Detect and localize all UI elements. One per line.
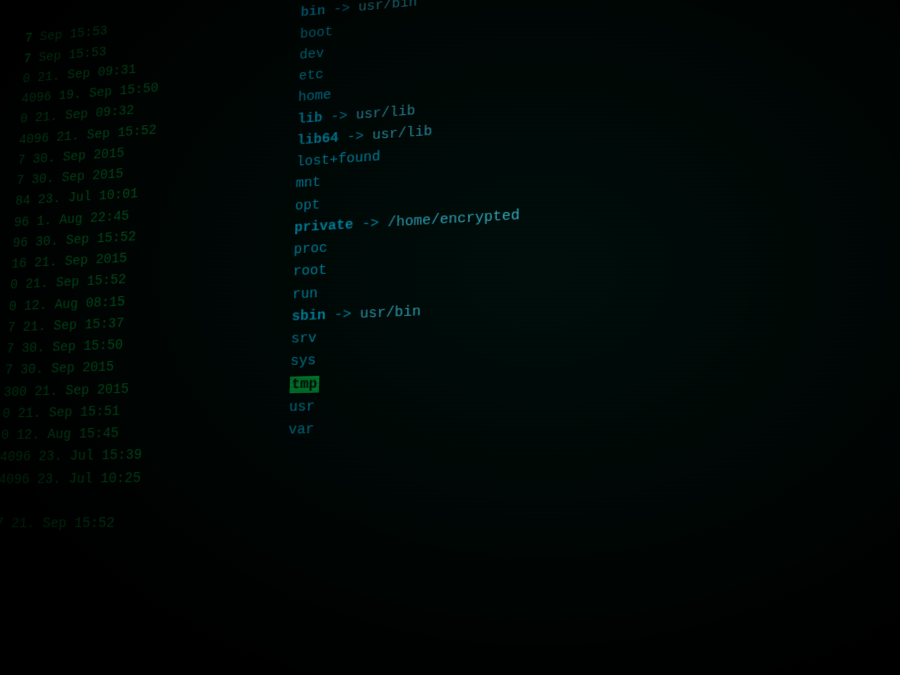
- arrow-icon: ->: [334, 306, 360, 324]
- arrow-icon: ->: [362, 215, 388, 233]
- arrow-icon: ->: [347, 128, 373, 146]
- arrow-icon: ->: [333, 0, 358, 18]
- left-line: [0, 488, 277, 513]
- dir-name: lib64: [297, 130, 339, 149]
- dir-name: private: [294, 217, 353, 236]
- link-target: usr/bin: [360, 303, 421, 322]
- dir-name-highlighted: tmp: [290, 375, 320, 392]
- link-target: usr/lib: [372, 123, 432, 143]
- left-line: 7 21. Sep 15:52: [0, 511, 277, 535]
- screen: 7 Sep 15:53 7 Sep 15:53 0 21. Sep 09:31 …: [0, 0, 900, 675]
- right-column: .. bin -> usr/bin boot dev etc home lib …: [274, 0, 878, 675]
- left-column: 7 Sep 15:53 7 Sep 15:53 0 21. Sep 09:31 …: [0, 0, 297, 675]
- dir-name: lib: [297, 110, 322, 128]
- link-target: usr/lib: [356, 103, 416, 123]
- dir-name: sbin: [292, 307, 326, 325]
- terminal-window: 7 Sep 15:53 7 Sep 15:53 0 21. Sep 09:31 …: [0, 0, 900, 675]
- terminal-content: 7 Sep 15:53 7 Sep 15:53 0 21. Sep 09:31 …: [17, 0, 900, 675]
- dir-name: bin: [300, 3, 325, 21]
- arrow-icon: ->: [331, 107, 357, 125]
- left-line: 4096 23. Jul 10:25: [0, 465, 278, 491]
